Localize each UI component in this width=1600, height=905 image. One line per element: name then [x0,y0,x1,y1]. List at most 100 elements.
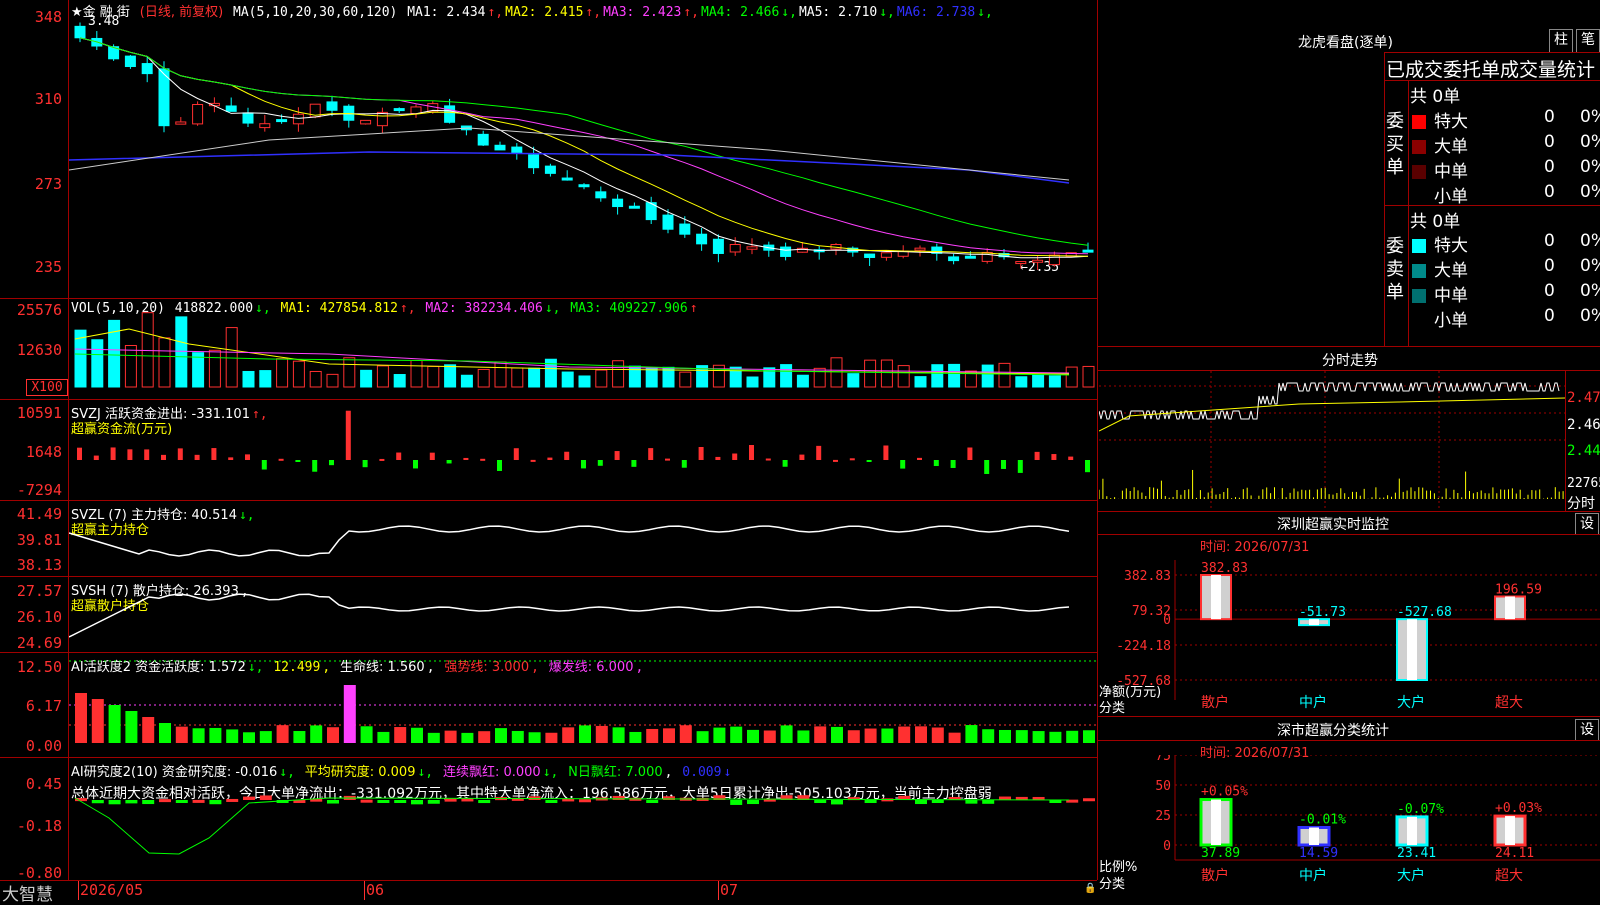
volume-bar [1015,376,1028,388]
order-percent: 0% [1580,231,1600,251]
volume-bar [897,365,910,388]
candle-body [141,63,153,75]
lock-icon[interactable]: 🔒 [1084,883,1096,894]
fund-flow-bar [329,460,334,466]
fund-flow-bar [396,452,402,460]
order-stat-row: 特大 0 0% [1412,231,1600,256]
volume-bar [948,363,961,388]
research-chart[interactable] [69,758,1097,880]
category-label: 中户 [1299,867,1327,884]
order-size-label: 大单 [1434,137,1468,157]
activity-bar [226,729,239,743]
fund-flow-bar [883,445,889,460]
activity-bar [1015,730,1028,743]
activity-bar [91,699,104,743]
ratio-chart[interactable]: 75 50 25 0 +0.05% 37.89 散户 -0.01% 14.59 中户 -0.07% 2… [1099,755,1600,900]
main-right-divider [1097,0,1098,880]
volume-chart[interactable] [69,299,1097,399]
fund-flow-bar [93,455,99,460]
research-bar [411,800,423,805]
fund-flow-bar [295,460,301,462]
activity-bar [999,729,1011,743]
volume-bar [108,319,121,388]
research-bar [91,800,104,804]
order-percent: 0% [1580,306,1600,326]
activity-bar [982,729,995,743]
fund-flow-bar [77,447,82,460]
sz-monitor-settings-button[interactable]: 设 [1575,513,1599,535]
fund-flow-bar [362,460,368,468]
activity-bar [310,725,323,743]
activity-bar [797,730,810,743]
bar-highlight [1309,827,1319,845]
volume-bar [981,364,994,388]
candle-body [494,144,506,151]
sell-total: 共 0单 [1410,212,1461,232]
activity-bar [713,727,726,743]
activity-bar [495,728,507,743]
candle-body [175,121,187,125]
fund-flow-bar [110,447,116,460]
moving-average-line [79,37,1089,259]
candle-body [259,123,271,129]
activity-chart[interactable] [69,653,1097,757]
order-count: 0 [1544,132,1555,152]
research-bar [394,800,407,803]
research-bar [663,796,675,800]
volume-bar [998,362,1011,388]
main-force-line [69,525,1070,557]
color-swatch [1412,140,1426,154]
candlestick-chart[interactable] [69,0,1097,298]
volume-bar [376,365,389,388]
research-bar [730,800,743,805]
retail-chart[interactable] [69,577,1097,652]
fund-flow-bar [1051,454,1057,460]
order-stat-row: 大单 0 0% [1412,132,1600,157]
activity-bar [511,730,524,743]
order-percent: 0% [1580,256,1600,276]
fund-flow-bar [833,459,838,462]
activity-bar [276,725,289,743]
net-amount-chart[interactable]: 382.8379.320-224.18-527.68382.83散户-51.73… [1099,550,1600,715]
category-label: 散户 [1201,694,1229,711]
intraday-chart[interactable] [1099,371,1565,511]
vol-axis-tick: 12630 [16,341,62,359]
research-bar [259,795,272,800]
candle-body [914,247,926,251]
research-bar [125,800,138,804]
research-bar [965,800,978,804]
fund-flow-bar [715,456,721,460]
activity-bar [243,732,255,743]
fund-flow-chart[interactable] [69,400,1097,500]
research-bar [982,800,995,804]
fund-flow-bar [799,454,805,460]
vol-axis-tick: 25576 [16,301,62,319]
fund-flow-bar [782,460,788,467]
candle-body [662,214,674,230]
main-force-chart[interactable] [69,501,1097,576]
tick-mode-button[interactable]: 笔 [1576,29,1600,53]
volume-bar [343,357,356,388]
dragon-title: 龙虎看盘(逐单) [1298,35,1393,51]
activity-bar [747,729,759,743]
research-bar [444,798,457,802]
vol-unit-badge[interactable]: X100 [26,379,68,396]
candle-body [696,233,708,245]
bar-mode-button[interactable]: 柱 [1549,29,1573,53]
activity-bar [847,730,860,743]
intraday-axis-tick: 分时 [1567,496,1595,512]
price-axis-tick: 348 [34,8,62,26]
order-count: 0 [1544,107,1555,127]
dragon-inner-border [1408,80,1409,346]
buy-order-label: 委买单 [1386,111,1404,178]
research-bar [226,798,239,802]
xaxis-tick [78,881,79,900]
volume-bar [360,369,373,388]
research-bar [646,800,659,803]
sz-class-settings-button[interactable]: 设 [1575,719,1599,741]
sell-order-label: 委卖单 [1386,236,1404,303]
volume-bar [91,339,104,388]
fund-flow-bar [1068,456,1074,460]
candle-body [1032,259,1044,263]
volume-bar [847,373,860,388]
